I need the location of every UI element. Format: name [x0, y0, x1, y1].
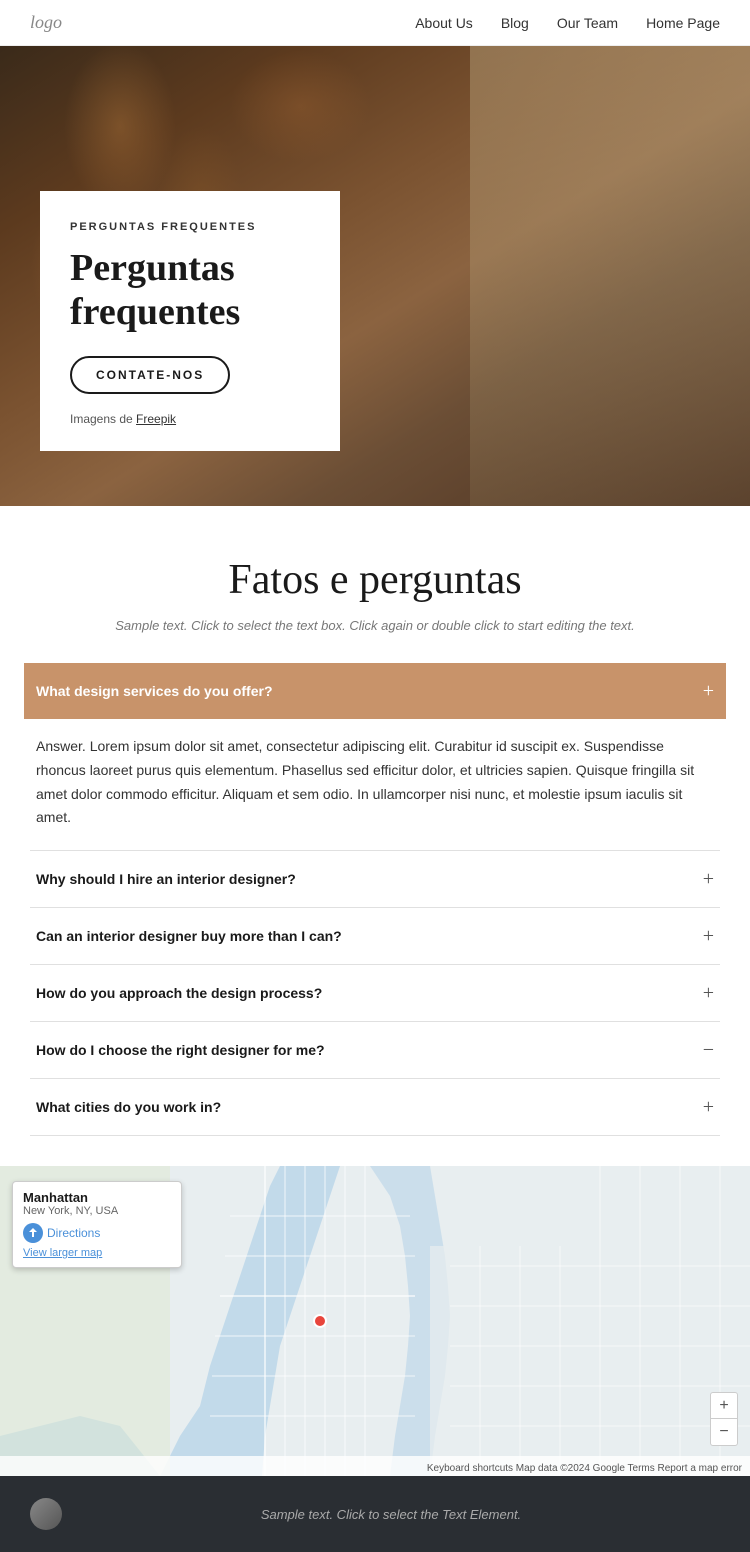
directions-label: Directions — [47, 1226, 100, 1240]
hero-section: PERGUNTAS FREQUENTES Perguntas frequente… — [0, 46, 750, 506]
faq-expand-icon-3: + — [703, 983, 714, 1003]
faq-item-2: Can an interior designer buy more than I… — [30, 908, 720, 965]
map-section: Manhattan New York, NY, USA Directions V… — [0, 1166, 750, 1476]
faq-item-header-3[interactable]: How do you approach the design process? … — [30, 965, 720, 1021]
hero-card-label: PERGUNTAS FREQUENTES — [70, 221, 310, 233]
faq-expand-icon-4: − — [703, 1040, 714, 1060]
zoom-in-button[interactable]: + — [711, 1393, 737, 1419]
faq-item-0: What design services do you offer? + Ans… — [30, 663, 720, 851]
faq-expand-icon-5: + — [703, 1097, 714, 1117]
hero-credit: Imagens de Freepik — [70, 412, 310, 426]
faq-question-4: How do I choose the right designer for m… — [36, 1042, 325, 1058]
zoom-out-button[interactable]: − — [711, 1419, 737, 1445]
faq-item-header-2[interactable]: Can an interior designer buy more than I… — [30, 908, 720, 964]
faq-question-5: What cities do you work in? — [36, 1099, 221, 1115]
faq-question-2: Can an interior designer buy more than I… — [36, 928, 342, 944]
faq-item-3: How do you approach the design process? … — [30, 965, 720, 1022]
hero-card-title: Perguntas frequentes — [70, 247, 310, 334]
site-logo[interactable]: logo — [30, 12, 62, 33]
faq-item-1: Why should I hire an interior designer? … — [30, 851, 720, 908]
map-attribution: Keyboard shortcuts Map data ©2024 Google… — [427, 1463, 742, 1474]
faq-answer-0: Answer. Lorem ipsum dolor sit amet, cons… — [30, 719, 720, 850]
navbar: logo About Us Blog Our Team Home Page — [0, 0, 750, 46]
nav-link-about-us[interactable]: About Us — [415, 15, 473, 31]
faq-item-header-1[interactable]: Why should I hire an interior designer? … — [30, 851, 720, 907]
map-directions[interactable]: Directions — [23, 1223, 171, 1243]
map-location-subtitle: New York, NY, USA — [23, 1205, 171, 1217]
faq-expand-icon-2: + — [703, 926, 714, 946]
map-zoom-controls: + − — [710, 1392, 738, 1446]
faq-question-0: What design services do you offer? — [36, 683, 273, 699]
faq-item-header-4[interactable]: How do I choose the right designer for m… — [30, 1022, 720, 1078]
nav-link-blog[interactable]: Blog — [501, 15, 529, 31]
faq-section: Fatos e perguntas Sample text. Click to … — [0, 506, 750, 1136]
footer-text: Sample text. Click to select the Text El… — [62, 1507, 720, 1522]
map-location-title: Manhattan — [23, 1190, 171, 1205]
faq-expand-icon-0: + — [703, 681, 714, 701]
faq-question-1: Why should I hire an interior designer? — [36, 871, 296, 887]
faq-item-header-5[interactable]: What cities do you work in? + — [30, 1079, 720, 1135]
faq-item-5: What cities do you work in? + — [30, 1079, 720, 1136]
view-larger-map-link[interactable]: View larger map — [23, 1247, 171, 1259]
footer: Sample text. Click to select the Text El… — [0, 1476, 750, 1552]
faq-item-header-0[interactable]: What design services do you offer? + — [24, 663, 726, 719]
hero-credit-prefix: Imagens de — [70, 412, 136, 426]
freepik-link[interactable]: Freepik — [136, 412, 176, 426]
hero-card: PERGUNTAS FREQUENTES Perguntas frequente… — [40, 191, 340, 451]
faq-question-3: How do you approach the design process? — [36, 985, 322, 1001]
map-popup: Manhattan New York, NY, USA Directions V… — [12, 1181, 182, 1268]
faq-main-title: Fatos e perguntas — [30, 556, 720, 604]
footer-left — [30, 1498, 62, 1530]
nav-link-our-team[interactable]: Our Team — [557, 15, 618, 31]
faq-item-4: How do I choose the right designer for m… — [30, 1022, 720, 1079]
faq-subtitle: Sample text. Click to select the text bo… — [30, 618, 720, 633]
directions-icon — [23, 1223, 43, 1243]
footer-avatar — [30, 1498, 62, 1530]
nav-link-home-page[interactable]: Home Page — [646, 15, 720, 31]
faq-expand-icon-1: + — [703, 869, 714, 889]
contact-button[interactable]: CONTATE-NOS — [70, 356, 230, 394]
nav-links: About Us Blog Our Team Home Page — [415, 15, 720, 31]
